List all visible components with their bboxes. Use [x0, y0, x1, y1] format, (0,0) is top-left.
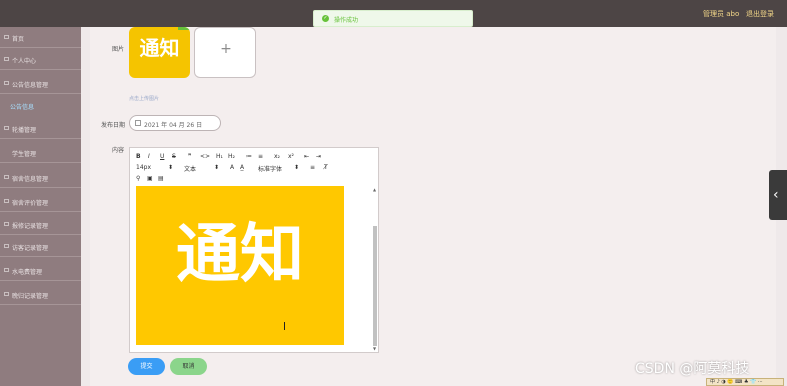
star-icon [4, 199, 9, 203]
plus-icon: + [220, 41, 232, 57]
sidebar-item-profile[interactable]: 个人中心 [0, 49, 81, 70]
editor-content-image[interactable]: 通知 [136, 186, 344, 345]
sidebar: 首页 个人中心 公告信息管理 公告信息 轮播管理 学生管理 宿舍信息管理 宿舍评… [0, 27, 81, 386]
content-field-label: 内容 [112, 147, 125, 154]
sidebar-item-notice-info[interactable]: 公告信息 [0, 95, 81, 116]
thumbnail-image-text: 通知 [139, 36, 180, 60]
side-panel-toggle[interactable]: ‹ [769, 170, 787, 220]
sidebar-item-label: 轮播管理 [12, 127, 37, 134]
sidebar-item-label: 学生管理 [12, 151, 37, 158]
image-field-label: 图片 [112, 46, 125, 53]
publish-date-picker[interactable]: 2021 年 04 月 26 日 [129, 115, 221, 131]
home-icon [4, 35, 9, 39]
strike-button[interactable]: S [172, 153, 176, 160]
date-field-label: 发布日期 [101, 122, 126, 129]
italic-button[interactable]: I [148, 153, 150, 160]
sidebar-item-label: 公告信息管理 [12, 82, 49, 89]
editor-toolbar: B I U S ❞ <> H₁ H₂ ≔ ≡ x₂ x² ⇤ ⇥ 14px ⬍ … [130, 148, 378, 184]
bold-button[interactable]: B [136, 153, 141, 160]
sidebar-item-label: 个人中心 [12, 58, 37, 65]
sidebar-item-label: 水电费管理 [12, 269, 43, 276]
ordered-list-button[interactable]: ≔ [246, 153, 252, 160]
scrollbar-thumb[interactable] [373, 226, 377, 346]
scroll-up-icon[interactable]: ▲ [373, 187, 376, 192]
upload-success-badge [178, 27, 190, 30]
indent-button[interactable]: ⇥ [316, 153, 321, 160]
chevron-down-icon: ⬍ [214, 164, 220, 171]
image-icon [4, 126, 9, 130]
submit-button[interactable]: 提交 [128, 358, 165, 375]
check-circle-icon: ✓ [322, 15, 329, 22]
building-icon [4, 175, 9, 179]
sidebar-item-label: 宿舍信息管理 [12, 176, 49, 183]
sidebar-item-label: 访客记录管理 [12, 245, 49, 252]
sidebar-item-dorm-info[interactable]: 宿舍信息管理 [0, 167, 81, 188]
font-size-select[interactable]: 14px [136, 164, 151, 171]
sidebar-item-carousel[interactable]: 轮播管理 [0, 118, 81, 139]
moon-icon [4, 292, 9, 296]
water-icon [4, 268, 9, 272]
logout-button[interactable]: 退出登录 [746, 9, 774, 19]
chevron-down-icon: ⬍ [168, 164, 174, 171]
notice-icon [4, 81, 9, 85]
text-cursor-icon [284, 322, 285, 330]
image-icon[interactable]: ▣ [147, 175, 153, 182]
clear-format-button[interactable]: T̸ [324, 164, 328, 171]
heading-2-button[interactable]: H₂ [228, 153, 235, 160]
sidebar-item-label: 宿舍评价管理 [12, 200, 49, 207]
bullet-list-button[interactable]: ≡ [258, 153, 263, 160]
background-color-button[interactable]: A̲ [240, 164, 244, 171]
watermark: CSDN @阿莫科技 [635, 361, 750, 377]
date-value: 2021 年 04 月 26 日 [144, 122, 203, 129]
chevron-down-icon: ⬍ [294, 164, 300, 171]
sidebar-item-repair[interactable]: 报修记录管理 [0, 214, 81, 235]
video-icon[interactable]: ▤ [158, 175, 164, 182]
blockquote-button[interactable]: ❞ [188, 153, 191, 160]
current-user-link[interactable]: 管理员 abo [703, 9, 739, 19]
taskbar-tray: 中 ♪ ◑ 🙂 ⌨ ♣ 👕 ⋯ [706, 378, 784, 386]
sidebar-item-visitor[interactable]: 访客记录管理 [0, 236, 81, 257]
text-style-select[interactable]: 文本 [184, 164, 196, 173]
user-icon [4, 57, 9, 61]
font-family-select[interactable]: 标准字体 [258, 164, 282, 173]
code-block-button[interactable]: <> [200, 153, 210, 160]
align-button[interactable]: ≡ [310, 164, 315, 171]
rich-text-editor: B I U S ❞ <> H₁ H₂ ≔ ≡ x₂ x² ⇤ ⇥ 14px ⬍ … [129, 147, 379, 353]
heading-1-button[interactable]: H₁ [216, 153, 223, 160]
sidebar-item-label: 首页 [12, 36, 25, 43]
outdent-button[interactable]: ⇤ [304, 153, 309, 160]
editor-scrollbar[interactable]: ▲ ▼ [372, 186, 378, 352]
sidebar-item-late-return[interactable]: 晚归记录管理 [0, 284, 81, 305]
sidebar-item-notice-management[interactable]: 公告信息管理 [0, 73, 81, 94]
image-upload-button[interactable]: + [194, 27, 256, 78]
sidebar-item-home[interactable]: 首页 [0, 27, 81, 48]
uploaded-image-thumbnail[interactable]: 通知 [129, 27, 190, 78]
chevron-left-icon: ‹ [773, 187, 779, 203]
sidebar-item-label: 公告信息 [10, 104, 35, 111]
editor-image-text: 通知 [176, 217, 304, 292]
success-toast: ✓ 操作成功 [313, 10, 473, 27]
cancel-button[interactable]: 取消 [170, 358, 207, 375]
visitor-icon [4, 244, 9, 248]
toast-message: 操作成功 [334, 17, 359, 24]
tool-icon [4, 222, 9, 226]
superscript-button[interactable]: x² [288, 153, 294, 160]
link-icon[interactable]: ⚲ [136, 175, 140, 182]
subscript-button[interactable]: x₂ [274, 153, 280, 160]
sidebar-item-students[interactable]: 学生管理 [0, 142, 81, 163]
upload-hint: 点击上传图片 [129, 96, 160, 102]
sidebar-item-label: 报修记录管理 [12, 223, 49, 230]
font-color-button[interactable]: A [230, 164, 234, 171]
sidebar-item-dorm-review[interactable]: 宿舍评价管理 [0, 191, 81, 212]
sidebar-item-utility-fee[interactable]: 水电费管理 [0, 260, 81, 281]
scroll-down-icon[interactable]: ▼ [373, 346, 376, 351]
calendar-icon [135, 120, 141, 126]
underline-button[interactable]: U [160, 153, 164, 160]
sidebar-item-label: 晚归记录管理 [12, 293, 49, 300]
